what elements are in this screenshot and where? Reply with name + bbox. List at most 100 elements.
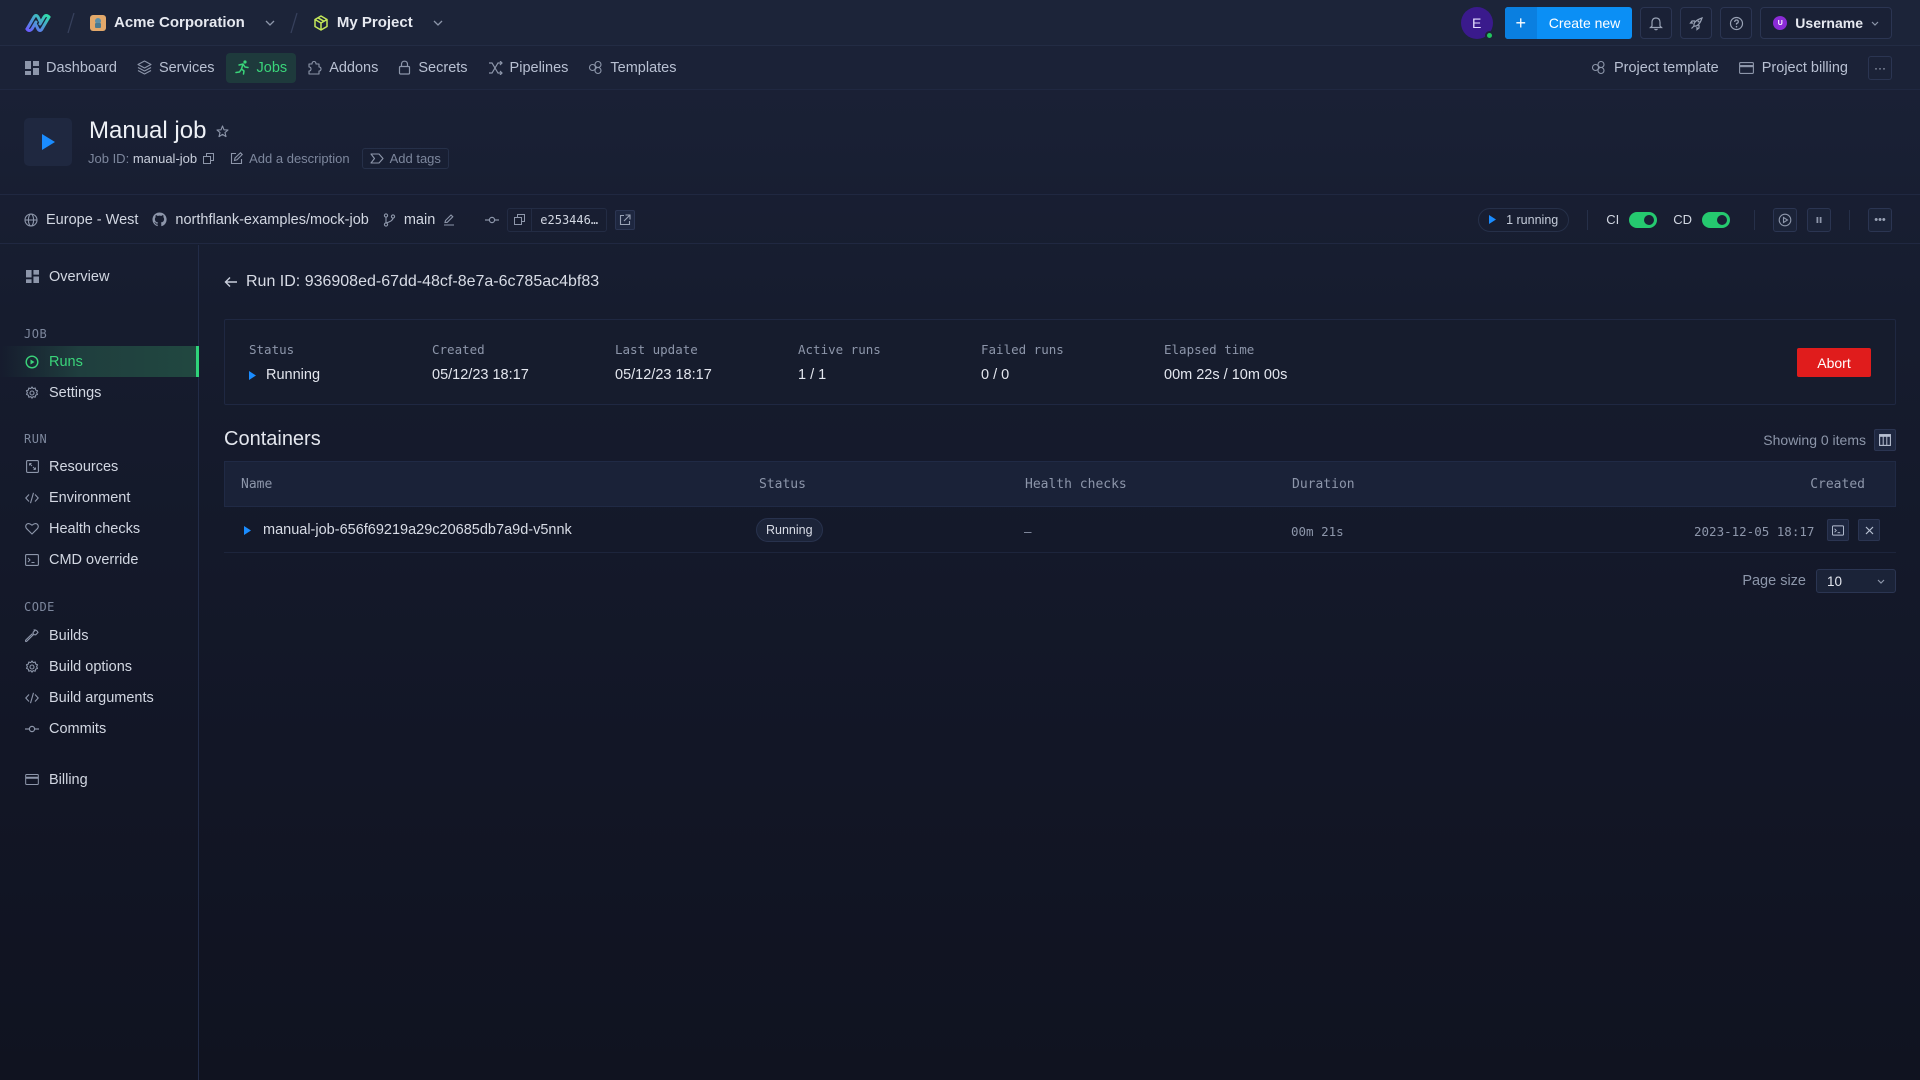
ci-label: CI [1606, 212, 1620, 227]
cd-toggle[interactable] [1702, 211, 1730, 228]
nav-templates[interactable]: Templates [579, 53, 685, 83]
job-more-options-button[interactable]: ••• [1868, 207, 1892, 232]
sidebar-item-commits[interactable]: Commits [0, 713, 199, 744]
open-commit-button[interactable] [615, 209, 636, 230]
code-icon [25, 692, 39, 703]
add-description-button[interactable]: Add a description [230, 151, 350, 166]
edit-branch-icon[interactable] [443, 213, 455, 226]
edit-icon [231, 152, 244, 165]
sidebar-item-cmd-override[interactable]: CMD override [0, 544, 199, 575]
play-circle-icon [1778, 213, 1792, 226]
template-icon [1591, 60, 1605, 75]
job-id: Job ID: manual-job [88, 151, 197, 166]
deploy-rocket-button[interactable] [1680, 7, 1713, 39]
chevron-down-icon [433, 20, 443, 26]
sidebar-item-runs[interactable]: Runs [0, 346, 199, 377]
column-header-health-checks[interactable]: Health checks [1025, 477, 1127, 492]
pause-icon [1816, 216, 1822, 223]
sidebar-label: Settings [49, 384, 102, 401]
nav-secrets[interactable]: Secrets [389, 53, 476, 83]
tag-icon [370, 153, 384, 164]
sidebar-label: CMD override [49, 551, 139, 568]
username: Username [1795, 15, 1863, 31]
project-name: My Project [336, 14, 413, 31]
project-template-link[interactable]: Project template [1591, 60, 1719, 76]
ci-toggle[interactable] [1629, 211, 1658, 228]
team-avatar[interactable]: E [1460, 7, 1494, 40]
table-row[interactable]: manual-job-656f69219a29c20685db7a9d-v5nn… [224, 507, 1896, 553]
sidebar-item-resources[interactable]: Resources [0, 451, 199, 482]
nav-dashboard[interactable]: Dashboard [16, 53, 126, 83]
play-icon [244, 525, 251, 535]
summary-label: Elapsed time [1164, 342, 1255, 357]
play-icon [42, 134, 55, 150]
containers-heading: Containers [224, 428, 321, 450]
create-new-button[interactable]: + Create new [1504, 7, 1633, 39]
divider [1587, 209, 1589, 230]
more-options-button[interactable]: ··· [1868, 55, 1892, 80]
health-checks-cell: — [1024, 524, 1032, 539]
items-count: Showing 0 items [1763, 429, 1896, 451]
help-button[interactable] [1720, 7, 1753, 39]
sidebar-item-build-arguments[interactable]: Build arguments [0, 682, 199, 713]
nav-addons[interactable]: Addons [298, 53, 387, 83]
back-arrow-icon[interactable] [224, 276, 238, 288]
nav-pipelines[interactable]: Pipelines [479, 53, 578, 83]
plus-icon: + [1504, 7, 1537, 39]
column-header-name[interactable]: Name [241, 477, 272, 492]
sidebar-item-overview[interactable]: Overview [0, 261, 199, 292]
help-icon [1729, 16, 1743, 30]
running-count-badge[interactable]: 1 running [1478, 207, 1570, 232]
repository-link[interactable]: northflank-examples/mock-job [175, 212, 368, 228]
column-header-created[interactable]: Created [1810, 477, 1865, 492]
sidebar-item-build-options[interactable]: Build options [0, 651, 199, 682]
org-name: Acme Corporation [114, 14, 245, 31]
column-header-status[interactable]: Status [759, 477, 806, 492]
project-selector[interactable]: My Project [313, 14, 443, 31]
sidebar-item-health-checks[interactable]: Health checks [0, 513, 199, 544]
ellipsis-icon: ··· [1874, 60, 1886, 75]
sidebar-item-builds[interactable]: Builds [0, 620, 199, 651]
add-tags-label: Add tags [389, 151, 441, 166]
open-shell-button[interactable] [1827, 519, 1849, 541]
user-menu-button[interactable]: U Username [1760, 7, 1892, 39]
online-status-dot [1484, 31, 1494, 40]
column-header-duration[interactable]: Duration [1292, 477, 1355, 492]
layers-icon [137, 60, 152, 75]
pause-job-button[interactable] [1807, 207, 1831, 232]
sidebar-item-billing[interactable]: Billing [0, 764, 199, 795]
notifications-button[interactable] [1640, 7, 1673, 39]
project-billing-link[interactable]: Project billing [1738, 60, 1848, 76]
container-name[interactable]: manual-job-656f69219a29c20685db7a9d-v5nn… [263, 522, 572, 538]
abort-button[interactable]: Abort [1797, 348, 1871, 377]
play-icon [1489, 215, 1497, 224]
sidebar-label: Builds [49, 627, 89, 644]
copy-icon[interactable] [203, 153, 215, 164]
summary-value: 1 / 1 [798, 367, 827, 383]
sidebar-section-code: CODE [24, 600, 55, 614]
column-settings-button[interactable] [1874, 429, 1896, 451]
close-icon [1865, 526, 1873, 534]
star-icon[interactable] [216, 124, 229, 138]
run-id-heading: Run ID: 936908ed-67dd-48cf-8e7a-6c785ac4… [224, 273, 599, 291]
nav-jobs[interactable]: Jobs [225, 52, 297, 83]
northflank-logo-icon[interactable] [24, 12, 52, 34]
add-tags-button[interactable]: Add tags [361, 148, 449, 169]
run-job-button[interactable] [1773, 207, 1797, 232]
chevron-down-icon [1871, 21, 1879, 26]
org-selector[interactable]: Acme Corporation [90, 14, 275, 31]
nav-services[interactable]: Services [128, 53, 224, 83]
summary-label: Status [249, 342, 295, 357]
terminate-container-button[interactable] [1858, 519, 1880, 541]
breadcrumb-separator [67, 12, 75, 33]
running-label: 1 running [1506, 212, 1559, 227]
credit-card-icon [25, 774, 39, 785]
lock-icon [399, 60, 411, 75]
page-size-select[interactable]: 10 [1816, 569, 1896, 593]
sidebar-item-settings[interactable]: Settings [0, 377, 199, 408]
copy-icon [514, 214, 526, 225]
copy-sha-button[interactable] [508, 208, 533, 231]
sidebar-item-environment[interactable]: Environment [0, 482, 199, 513]
run-summary-card: Status Running Created 05/12/23 18:17 La… [224, 319, 1896, 405]
dashboard-icon [25, 270, 39, 283]
